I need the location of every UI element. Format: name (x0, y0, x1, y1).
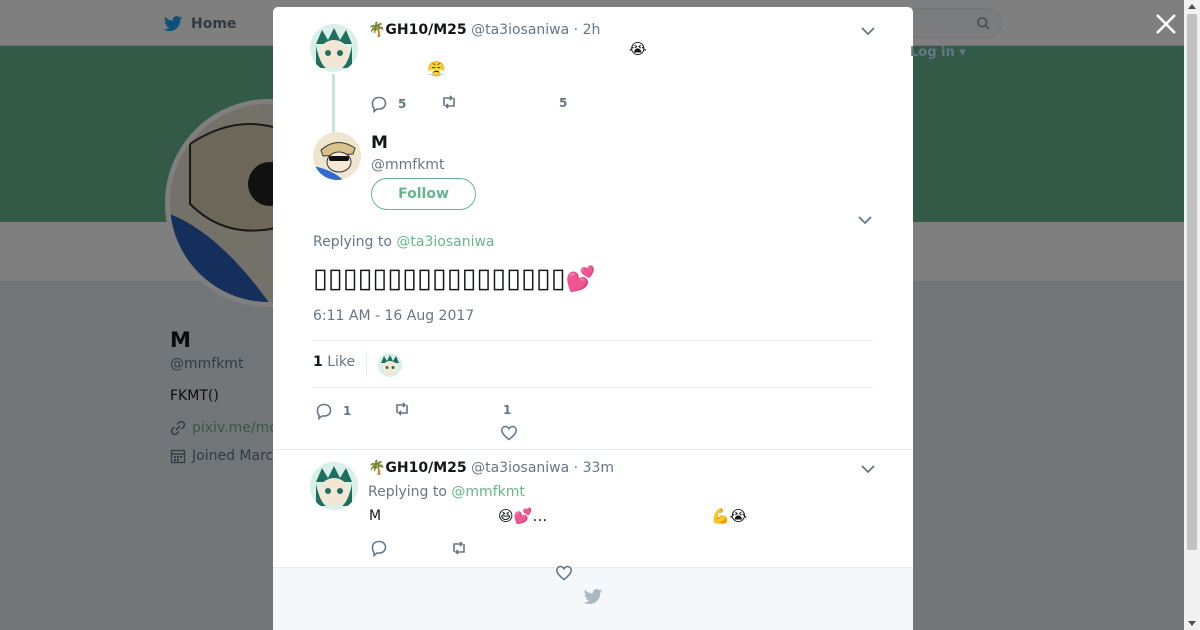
replying-to-prefix: Replying to (313, 234, 392, 250)
modal-footer (273, 567, 913, 630)
page-scrollbar[interactable] (1184, 0, 1200, 630)
tweet-stats: 1 Like (313, 340, 873, 388)
parent-tweet-time[interactable]: · 2h (574, 22, 601, 38)
main-tweet-body: ▯▯▯▯▯▯▯▯▯▯▯▯▯▯▯▯▯ (313, 263, 566, 294)
avatar-image (310, 462, 358, 510)
heart-icon[interactable] (555, 564, 573, 582)
avatar-image (378, 353, 402, 377)
main-like-count: 1 (503, 403, 512, 417)
replying-to: Replying to @ta3iosaniwa (313, 234, 495, 250)
parent-tweet-header: 🌴GH10/M25 @ta3iosaniwa · 2h (368, 22, 600, 38)
reply-tweet-avatar[interactable] (310, 462, 358, 510)
avatar-image (313, 132, 361, 180)
avatar-image (310, 24, 358, 72)
parent-tweet-handle[interactable]: @ta3iosaniwa (471, 22, 569, 38)
reply-tweet-replying: Replying to @mmfkmt (368, 484, 525, 500)
parent-tweet-name[interactable]: 🌴GH10/M25 (368, 22, 467, 38)
main-tweet-actions: 1 (315, 400, 411, 421)
thread-connector (332, 74, 335, 132)
reply-tweet-header: 🌴GH10/M25 @ta3iosaniwa · 33m (368, 460, 614, 476)
likes-label: Like (327, 354, 356, 370)
follow-button[interactable]: Follow (371, 178, 476, 210)
reply-tweet-name[interactable]: 🌴GH10/M25 (368, 460, 467, 476)
parent-tweet-actions: 5 (370, 93, 458, 114)
reply-count: 5 (398, 96, 407, 111)
main-tweet-handle[interactable]: @mmfkmt (371, 157, 444, 173)
login-menu[interactable]: Log in ▾ (910, 45, 966, 60)
chevron-down-icon[interactable] (858, 215, 872, 225)
reply-action[interactable]: 1 (315, 402, 351, 420)
liker-avatar[interactable] (378, 353, 402, 377)
replying-to-link[interactable]: @ta3iosaniwa (396, 234, 494, 250)
stats-divider (366, 351, 367, 377)
main-tweet-timestamp[interactable]: 6:11 AM - 16 Aug 2017 (313, 308, 474, 324)
reply-action[interactable] (370, 539, 388, 560)
tweet-permalink-modal: 🌴GH10/M25 @ta3iosaniwa · 2h 😭 😤 5 5 M @m… (273, 7, 913, 630)
reply-tweet-text-start: M (369, 508, 382, 524)
retweet-icon (396, 402, 409, 416)
main-tweet-emoji: 💕 (565, 264, 596, 293)
main-tweet-name[interactable]: M (371, 133, 388, 153)
retweet-action[interactable] (393, 400, 411, 421)
scroll-down-arrow[interactable] (1188, 621, 1196, 626)
reply-tweet-handle[interactable]: @ta3iosaniwa (471, 460, 569, 476)
main-tweet-avatar[interactable] (313, 132, 361, 180)
main-tweet-text: ▯▯▯▯▯▯▯▯▯▯▯▯▯▯▯▯▯ 💕 (313, 263, 595, 294)
reply-count: 1 (343, 403, 352, 418)
chevron-down-icon[interactable] (861, 26, 875, 36)
replying-to-link[interactable]: @mmfkmt (451, 484, 524, 500)
reply-tweet-text-end: 💪😭 (711, 507, 748, 525)
twitter-bird-icon (583, 589, 603, 604)
reply-icon (371, 540, 387, 558)
parent-tweet-avatar[interactable] (310, 24, 358, 72)
scrollbar-thumb[interactable] (1187, 14, 1197, 550)
reply-icon (371, 96, 387, 113)
retweet-action[interactable] (440, 93, 458, 114)
heart-icon[interactable] (500, 424, 518, 442)
reply-icon (316, 403, 332, 420)
reply-action[interactable]: 5 (370, 95, 406, 113)
chevron-down-icon[interactable] (861, 464, 875, 474)
parent-tweet-emoji-1: 😭 (629, 40, 647, 58)
login-label: Log in (910, 45, 955, 60)
reply-tweet-actions (370, 539, 468, 560)
retweet-icon (453, 541, 465, 555)
tweet-separator (273, 449, 913, 450)
retweet-action[interactable] (450, 539, 468, 560)
reply-tweet-time[interactable]: · 33m (574, 460, 614, 476)
replying-to-prefix: Replying to (368, 484, 447, 500)
retweet-icon (443, 95, 456, 109)
close-icon[interactable] (1154, 12, 1178, 36)
scroll-up-arrow[interactable] (1188, 4, 1196, 9)
parent-tweet-emoji-2: 😤 (427, 60, 446, 78)
reply-tweet-text-mid: 😆💕… (498, 507, 548, 525)
parent-like-count: 5 (559, 96, 568, 110)
likes-stat[interactable]: 1 Like (313, 354, 355, 370)
likes-number: 1 (313, 354, 323, 370)
